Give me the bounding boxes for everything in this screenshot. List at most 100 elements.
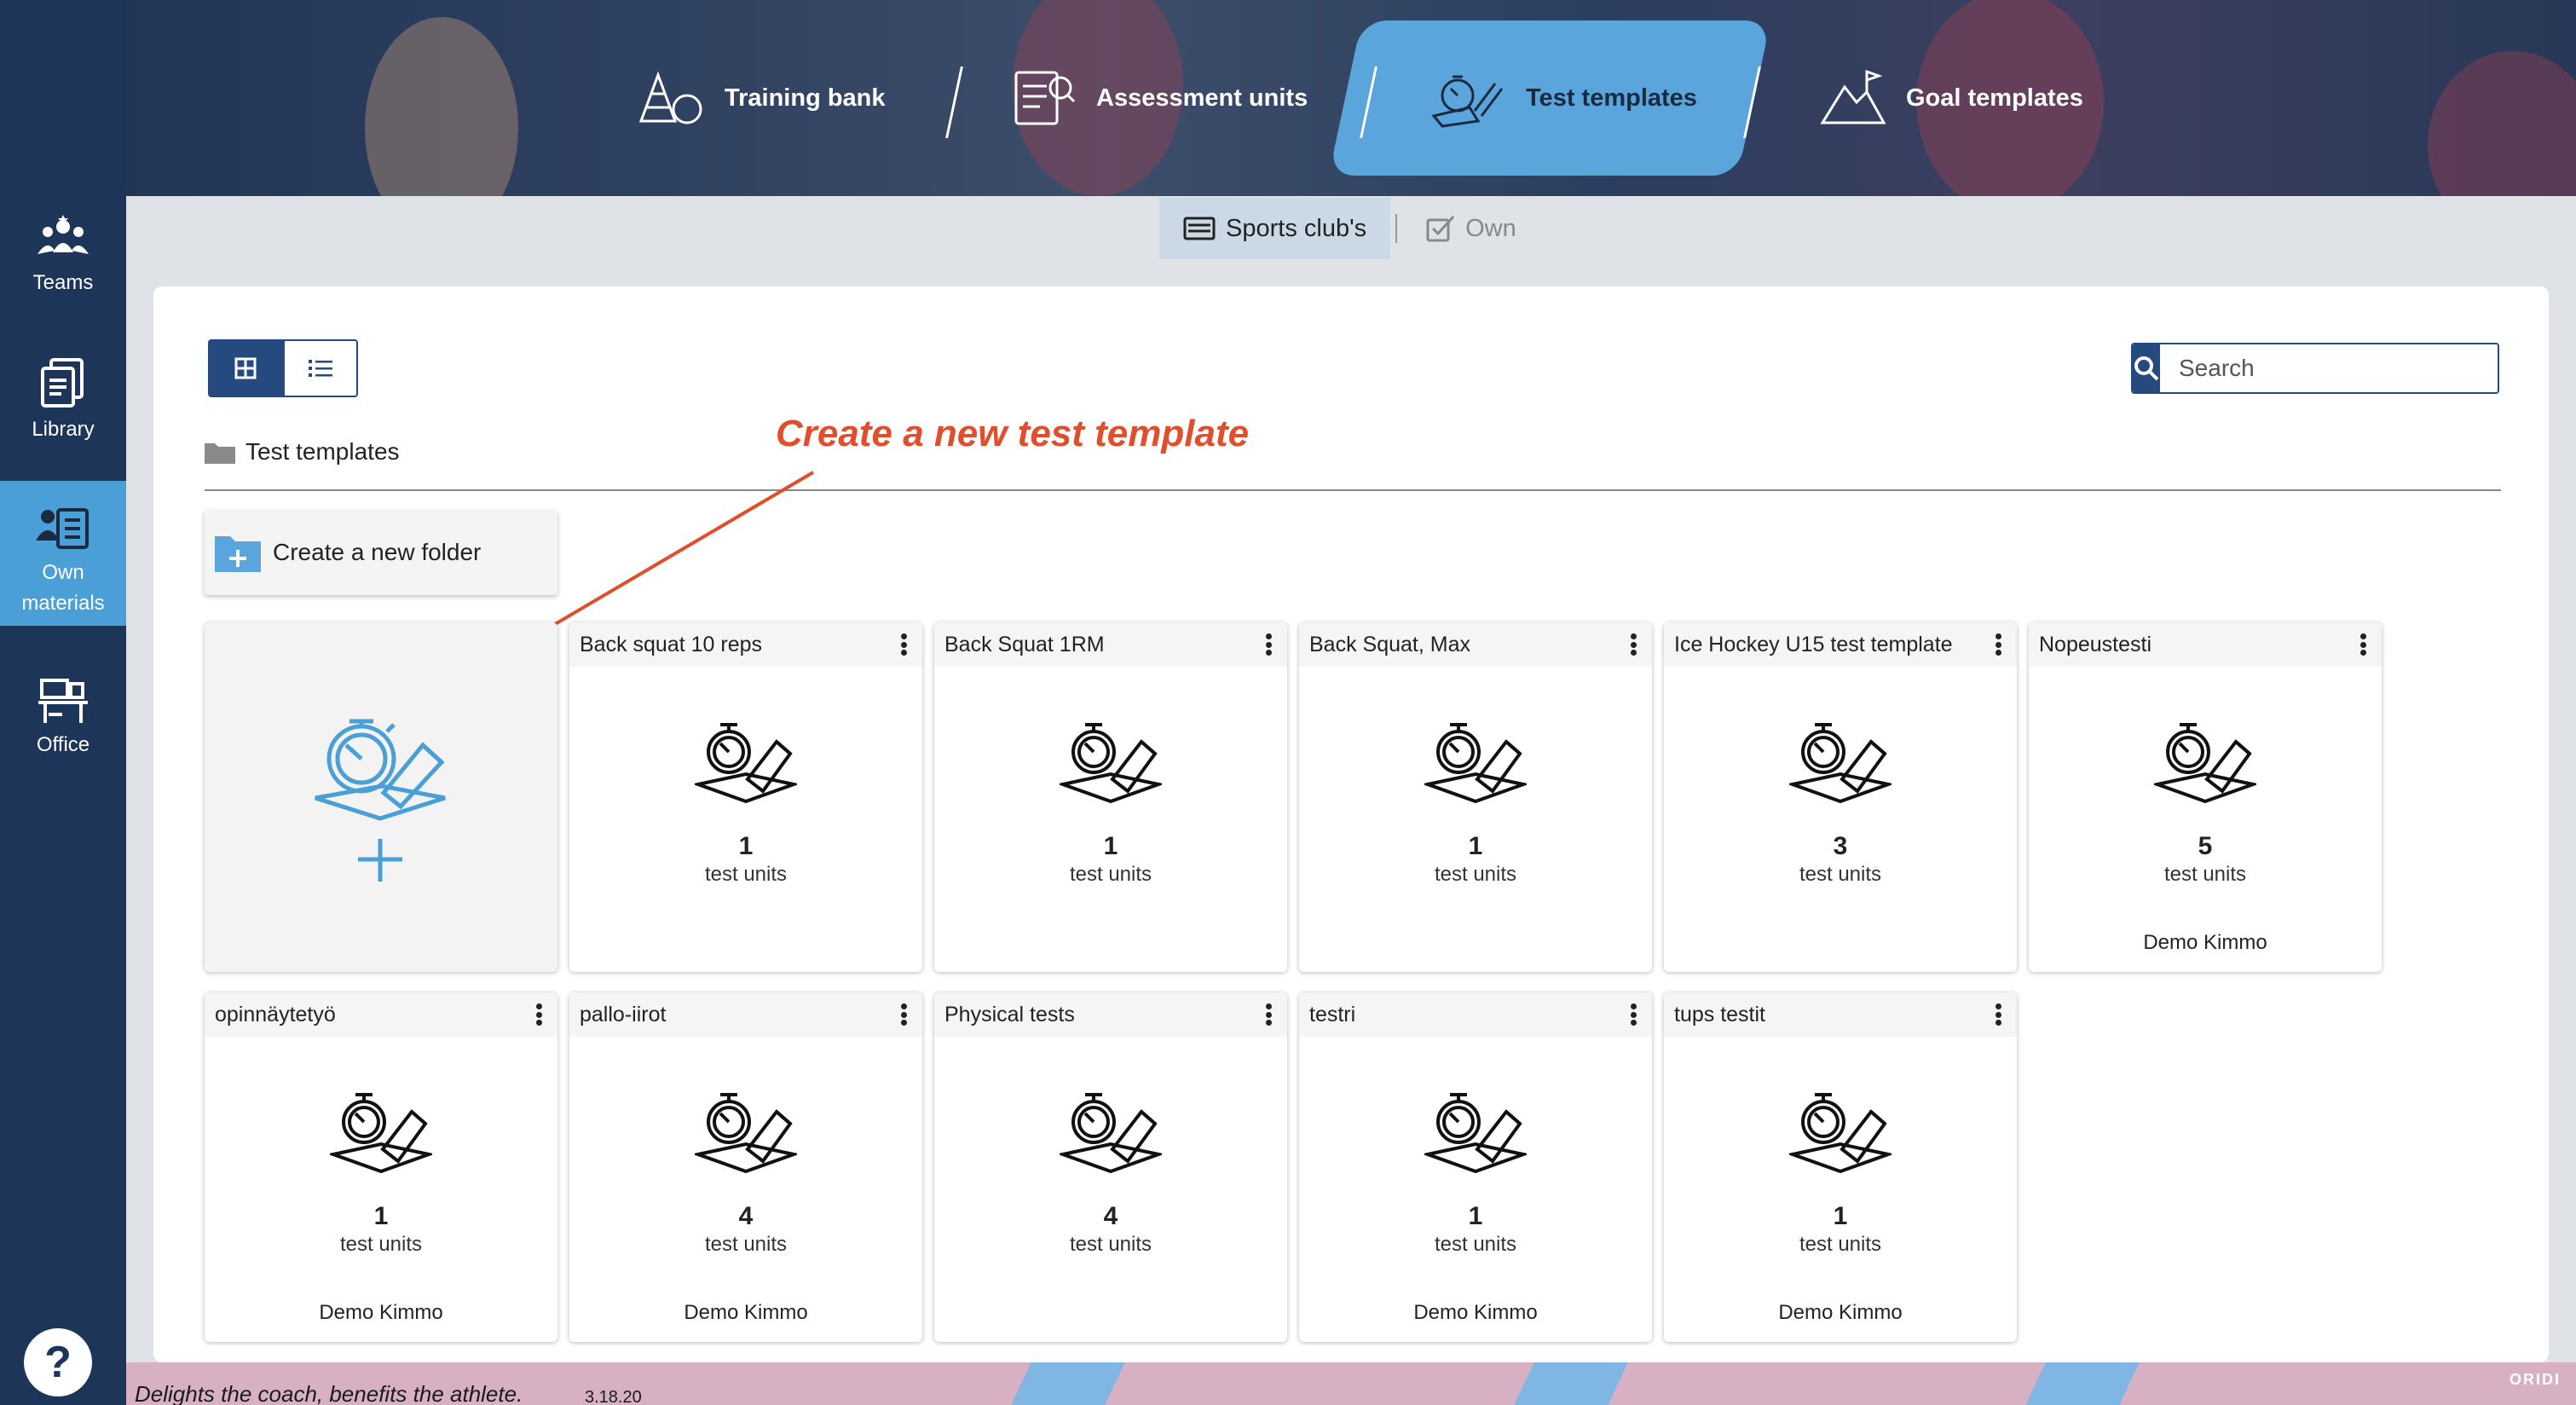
tab-goal-templates[interactable]: Goal templates <box>1819 0 2083 196</box>
card-header: pallo-iirot <box>569 992 922 1037</box>
search-button[interactable] <box>2133 344 2160 392</box>
card-header: Back Squat 1RM <box>934 622 1287 667</box>
more-options-icon[interactable] <box>1260 1001 1277 1028</box>
breadcrumb: Test templates <box>205 438 400 465</box>
tab-test-templates[interactable]: Test templates <box>1430 0 1697 196</box>
test-template-card[interactable]: testri 1 test units Demo Kimmo <box>1299 992 1652 1342</box>
sidebar-item-library[interactable]: Library <box>0 356 126 445</box>
test-template-card[interactable]: Back Squat, Max 1 test units <box>1299 622 1652 972</box>
add-folder-icon <box>215 536 261 572</box>
stopwatch-pencil-icon <box>1789 1093 1892 1174</box>
card-owner: Demo Kimmo <box>684 1301 808 1324</box>
card-owner: Demo Kimmo <box>1413 1301 1538 1324</box>
help-button[interactable]: ? <box>24 1328 92 1396</box>
background-photo <box>365 17 518 196</box>
more-options-icon[interactable] <box>895 1001 912 1028</box>
stopwatch-pencil-icon <box>1424 723 1527 804</box>
card-title: Back Squat 1RM <box>944 632 1105 656</box>
test-unit-label: test units <box>1434 1233 1517 1256</box>
sidebar-item-office[interactable]: Office <box>0 677 126 760</box>
test-template-card[interactable]: Back squat 10 reps 1 test units <box>569 622 922 972</box>
search-input[interactable] <box>2160 344 2498 392</box>
more-options-icon[interactable] <box>1625 1001 1642 1028</box>
card-header: opinnäytetyö <box>205 992 557 1037</box>
test-unit-count: 1 <box>1833 1202 1848 1230</box>
grid-view-button[interactable] <box>208 339 283 397</box>
test-unit-count: 1 <box>373 1202 389 1230</box>
test-template-card[interactable]: pallo-iirot 4 test units Demo Kimmo <box>569 992 922 1342</box>
tab-separator <box>945 66 963 138</box>
test-template-card[interactable]: Ice Hockey U15 test template 3 test unit… <box>1664 622 2017 972</box>
more-options-icon[interactable] <box>2354 631 2371 658</box>
test-unit-count: 1 <box>1103 832 1118 860</box>
create-folder-label: Create a new folder <box>273 539 482 565</box>
card-title: Back Squat, Max <box>1309 632 1470 656</box>
card-header: testri <box>1299 992 1652 1037</box>
breadcrumb-current[interactable]: Test templates <box>245 438 400 465</box>
list-view-button[interactable] <box>283 339 358 397</box>
card-header: Nopeustesti <box>2029 622 2382 667</box>
test-unit-label: test units <box>1434 863 1517 886</box>
sidebar-item-label: Own <box>42 561 84 584</box>
test-unit-count: 4 <box>738 1202 754 1230</box>
footer-stripe <box>2025 1362 2140 1405</box>
test-unit-label: test units <box>1799 863 1882 886</box>
more-options-icon[interactable] <box>1990 631 2007 658</box>
test-unit-label: test units <box>1069 863 1152 886</box>
test-unit-label: test units <box>2163 863 2247 886</box>
sidebar-item-label: Library <box>32 418 95 441</box>
own-materials-icon <box>36 508 89 549</box>
test-template-card[interactable]: opinnäytetyö 1 test units Demo Kimmo <box>205 992 557 1342</box>
more-options-icon[interactable] <box>1990 1001 2007 1028</box>
card-header: Physical tests <box>934 992 1287 1037</box>
tab-training-bank[interactable]: Training bank <box>638 0 886 196</box>
test-template-card[interactable]: Nopeustesti 5 test units Demo Kimmo <box>2029 622 2382 972</box>
office-icon <box>38 679 88 723</box>
club-card-icon <box>1183 217 1216 240</box>
brand-logo: ORIDI <box>2509 1371 2561 1388</box>
test-unit-label: test units <box>339 1233 423 1256</box>
view-toggle <box>208 339 358 397</box>
create-test-template-card[interactable] <box>205 622 557 972</box>
folder-icon <box>205 443 235 464</box>
test-template-card[interactable]: Back Squat 1RM 1 test units <box>934 622 1287 972</box>
sidebar-item-label: Teams <box>32 271 94 294</box>
sidebar-item-own-materials[interactable]: Own materials <box>0 481 126 626</box>
test-template-card[interactable]: tups testit 1 test units Demo Kimmo <box>1664 992 2017 1342</box>
sidebar: Teams Library Own materials Office ? <box>0 0 126 1405</box>
add-test-template-icon <box>315 719 446 882</box>
card-title: Physical tests <box>944 1002 1075 1026</box>
card-owner: Demo Kimmo <box>1778 1301 1903 1324</box>
card-title: pallo-iirot <box>580 1002 667 1026</box>
subtab-sports-club[interactable]: Sports club's <box>1159 198 1391 259</box>
test-unit-count: 3 <box>1833 832 1848 860</box>
mountain-flag-icon <box>1820 69 1886 124</box>
stopwatch-pencil-icon <box>1424 1093 1527 1174</box>
footer-tagline: Delights the coach, benefits the athlete… <box>135 1381 523 1405</box>
footer: Delights the coach, benefits the athlete… <box>126 1362 2576 1405</box>
stopwatch-pencil-icon <box>1431 75 1504 128</box>
card-title: opinnäytetyö <box>215 1002 336 1026</box>
stopwatch-pencil-icon <box>330 1093 432 1174</box>
annotation-text: Create a new test template <box>776 413 1250 454</box>
tab-label: Training bank <box>725 84 886 112</box>
card-title: Back squat 10 reps <box>580 632 763 656</box>
more-options-icon[interactable] <box>895 631 912 658</box>
subtab-own[interactable]: Own <box>1402 198 1540 259</box>
test-unit-count: 1 <box>738 832 754 860</box>
card-header: Back squat 10 reps <box>569 622 922 667</box>
sidebar-item-teams[interactable]: Teams <box>0 215 126 298</box>
card-owner: Demo Kimmo <box>319 1301 443 1324</box>
card-title: testri <box>1309 1002 1356 1026</box>
create-folder-button[interactable]: Create a new folder <box>205 510 557 595</box>
more-options-icon[interactable] <box>1260 631 1277 658</box>
card-title: tups testit <box>1674 1002 1765 1026</box>
tab-assessment-units[interactable]: Assessment units <box>1013 0 1308 196</box>
test-unit-count: 1 <box>1468 832 1483 860</box>
test-template-card[interactable]: Physical tests 4 test units <box>934 992 1287 1342</box>
more-options-icon[interactable] <box>530 1001 547 1028</box>
list-icon <box>309 360 332 377</box>
sidebar-item-label-2: materials <box>21 592 105 615</box>
divider <box>205 489 2501 491</box>
more-options-icon[interactable] <box>1625 631 1642 658</box>
